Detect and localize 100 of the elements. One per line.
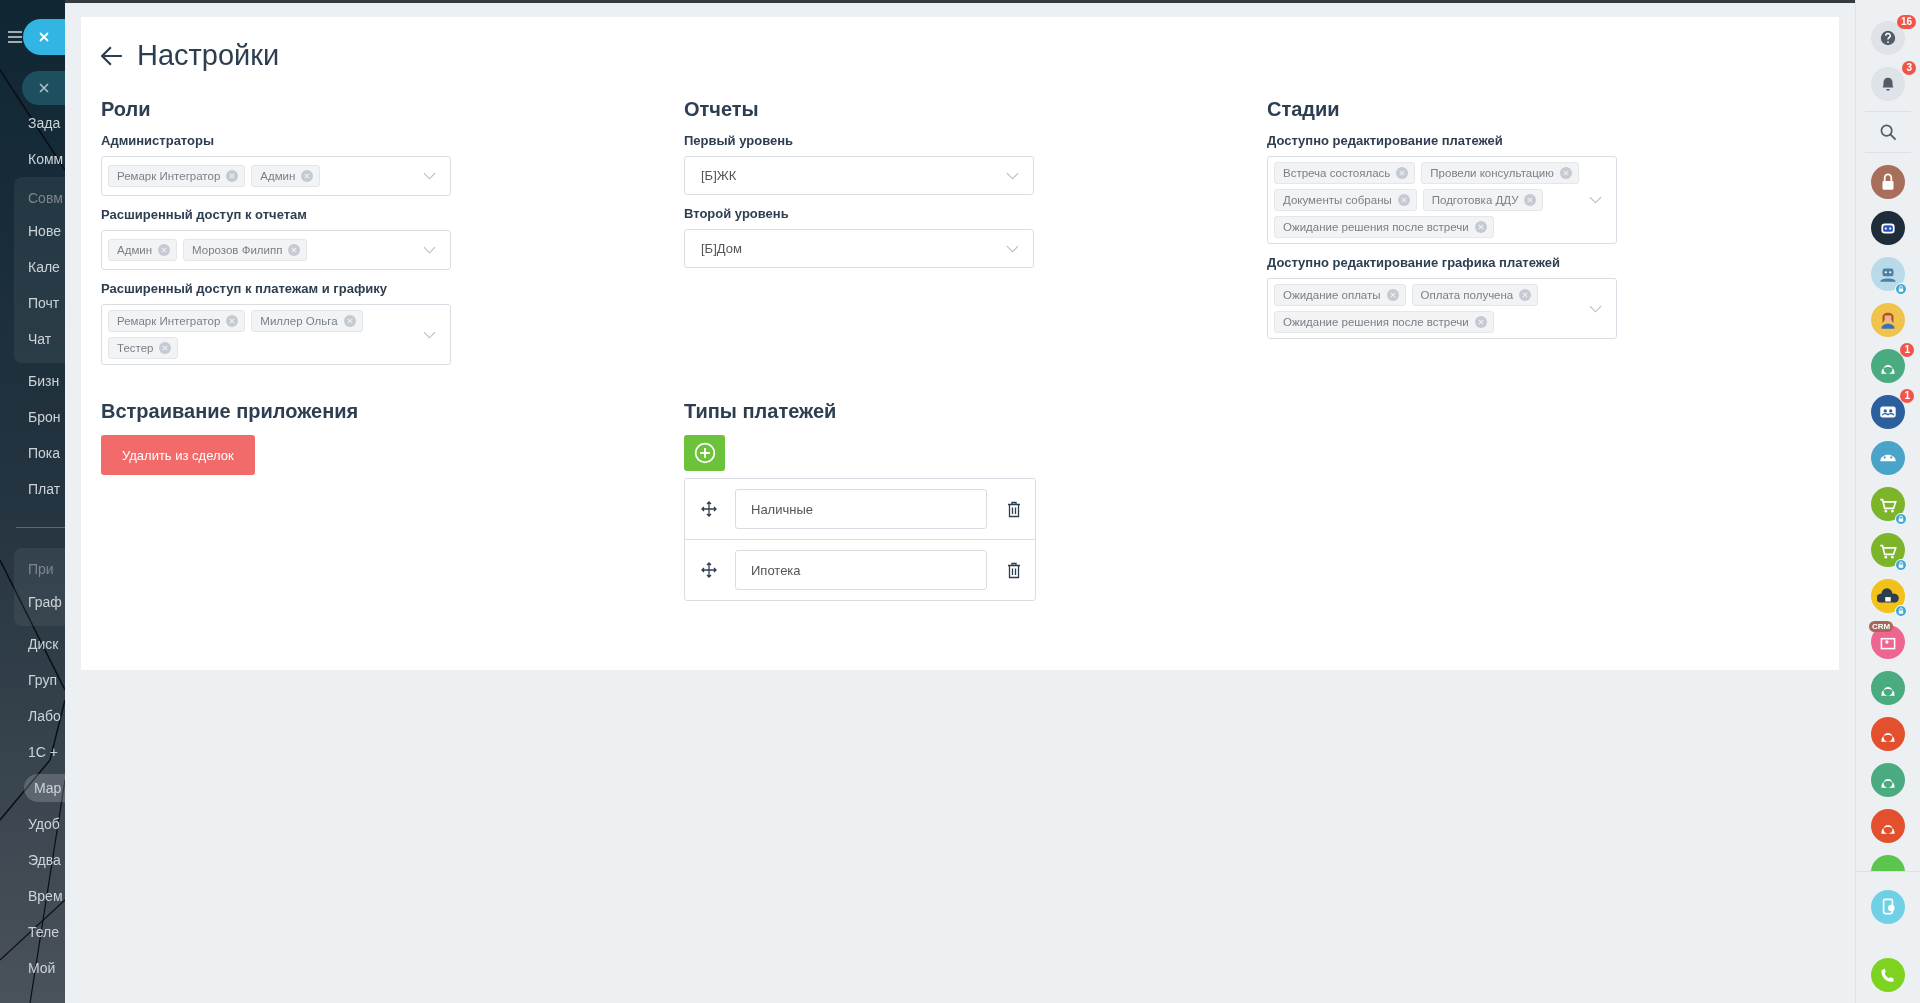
- call-icon[interactable]: [1871, 958, 1905, 992]
- tag-label: Провели консультацию: [1430, 167, 1554, 179]
- close-button[interactable]: [23, 19, 65, 55]
- drag-handle-icon[interactable]: [701, 562, 717, 578]
- remove-icon[interactable]: [226, 315, 239, 327]
- input-field[interactable]: Ипотека: [735, 550, 987, 590]
- app-cart-icon[interactable]: [1871, 533, 1905, 567]
- question-icon: [1879, 29, 1897, 47]
- menu-item[interactable]: Чат: [14, 321, 65, 357]
- menu-item[interactable]: Мой: [0, 950, 65, 986]
- remove-icon[interactable]: [1386, 289, 1399, 301]
- remove-icon[interactable]: [1519, 289, 1532, 301]
- menu-item[interactable]: Пока: [0, 435, 65, 471]
- chevron-icon: [1006, 244, 1019, 253]
- notifications-button[interactable]: [1871, 67, 1905, 101]
- field-label: Расширенный доступ к платежам и графику: [101, 281, 388, 296]
- tag-label: Подготовка ДДУ: [1431, 194, 1519, 206]
- menu-item[interactable]: Эдва: [0, 842, 65, 878]
- multi-select[interactable]: Ожидание оплаты Оплата получена Ожидание решения после встречи: [1267, 278, 1617, 339]
- chevron-icon: [1589, 304, 1602, 313]
- count-badge: 16: [1896, 15, 1916, 29]
- dropdown[interactable]: [Б]ЖК: [684, 156, 1034, 195]
- tag-label: Админ: [260, 170, 296, 182]
- remove-icon[interactable]: [1474, 221, 1487, 233]
- menu-item[interactable]: Комм: [0, 141, 65, 177]
- multi-select[interactable]: Ремарк Интегратор Админ: [101, 156, 451, 196]
- menu-item[interactable]: Мар: [24, 774, 65, 802]
- search-icon[interactable]: [1879, 123, 1897, 141]
- remove-icon[interactable]: [288, 244, 301, 256]
- app-label: CRM: [1869, 621, 1894, 632]
- count-badge: 1: [1900, 343, 1914, 357]
- close-icon: [37, 82, 50, 94]
- section-heading: Стадии: [1267, 98, 1341, 121]
- remove-icon[interactable]: [1474, 316, 1487, 328]
- count-badge: 1: [1900, 389, 1914, 403]
- delete-icon[interactable]: [1007, 500, 1021, 518]
- remove-icon[interactable]: [301, 170, 314, 182]
- chevron-icon: [423, 246, 436, 254]
- multi-select[interactable]: Встреча состоялась Провели консультацию Документы собраны Подготовка ДДУ Ожидание решения после встречи: [1267, 156, 1617, 244]
- app-group-icon[interactable]: [1871, 395, 1905, 429]
- menu-item[interactable]: 1С +: [0, 734, 65, 770]
- section-heading: Типы платежей: [684, 400, 838, 423]
- section-heading: Встраивание приложения: [101, 400, 360, 423]
- drag-handle-icon[interactable]: [701, 501, 717, 517]
- remove-icon[interactable]: [159, 342, 172, 354]
- multi-select[interactable]: Админ Морозов Филипп: [101, 230, 451, 270]
- app-bot-icon[interactable]: [1871, 257, 1905, 291]
- tag-label: Ожидание оплаты: [1283, 289, 1381, 301]
- app-lock-icon[interactable]: [1871, 165, 1905, 199]
- app-crm-icon[interactable]: [1871, 625, 1905, 659]
- menu-item[interactable]: Граф: [14, 584, 65, 620]
- remove-icon[interactable]: [1397, 194, 1410, 206]
- remove-icon[interactable]: [1524, 194, 1537, 206]
- menu-item[interactable]: Теле: [0, 914, 65, 950]
- multi-select[interactable]: Ремарк Интегратор Миллер Ольга Тестер: [101, 304, 451, 365]
- delete-icon[interactable]: [1007, 561, 1021, 579]
- chevron-icon: [423, 330, 436, 339]
- add-button[interactable]: [684, 435, 725, 471]
- menu-item[interactable]: Почт: [14, 285, 65, 321]
- app-robot-icon[interactable]: [1871, 211, 1905, 245]
- menu-item[interactable]: Груп: [0, 662, 65, 698]
- app-cloudlock-icon[interactable]: [1871, 579, 1905, 613]
- tag-label: Оплата получена: [1420, 289, 1514, 301]
- menu-item[interactable]: Кале: [14, 249, 65, 285]
- field-label: Администраторы: [101, 133, 216, 148]
- tag-label: Ремарк Интегратор: [117, 315, 221, 327]
- menu-item[interactable]: Нове: [14, 213, 65, 249]
- menu-item[interactable]: Брон: [0, 399, 65, 435]
- remove-icon[interactable]: [158, 244, 171, 256]
- section-heading: Роли: [101, 98, 152, 121]
- field-label: Доступно редактирование графика платежей: [1267, 255, 1562, 270]
- tag-label: Морозов Филипп: [192, 244, 283, 256]
- chevron-icon: [1006, 171, 1019, 180]
- tag-label: Ожидание решения после встречи: [1283, 316, 1469, 328]
- tag-label: Ожидание решения после встречи: [1283, 221, 1469, 233]
- dropdown[interactable]: [Б]Дом: [684, 229, 1034, 268]
- menu-item[interactable]: Зада: [0, 105, 65, 141]
- app-avatar-icon[interactable]: [1871, 303, 1905, 337]
- field-label: Первый уровень: [684, 133, 795, 148]
- field-label: Доступно редактирование платежей: [1267, 133, 1504, 148]
- menu-item[interactable]: Лабо: [0, 698, 65, 734]
- back-arrow-icon[interactable]: [101, 45, 123, 66]
- menu-item[interactable]: Плат: [0, 471, 65, 507]
- app-android-icon[interactable]: [1871, 441, 1905, 475]
- remove-icon[interactable]: [226, 170, 239, 182]
- plus-circle-icon: [693, 442, 716, 464]
- app-cart-icon[interactable]: [1871, 487, 1905, 521]
- remove-icon[interactable]: [1559, 167, 1572, 179]
- chevron-icon: [1589, 196, 1602, 204]
- field-label: Второй уровень: [684, 206, 790, 221]
- remove-icon[interactable]: [1396, 167, 1409, 179]
- menu-item[interactable]: Диск: [0, 626, 65, 662]
- menu-item[interactable]: Удоб: [0, 806, 65, 842]
- remove-icon[interactable]: [343, 315, 356, 327]
- menu-icon[interactable]: [8, 31, 22, 43]
- menu-item[interactable]: Врем: [0, 878, 65, 914]
- phone-icon[interactable]: [1871, 890, 1905, 924]
- menu-item[interactable]: Бизн: [0, 363, 65, 399]
- input-field[interactable]: Наличные: [735, 489, 987, 529]
- tag-label: Документы собраны: [1283, 194, 1392, 206]
